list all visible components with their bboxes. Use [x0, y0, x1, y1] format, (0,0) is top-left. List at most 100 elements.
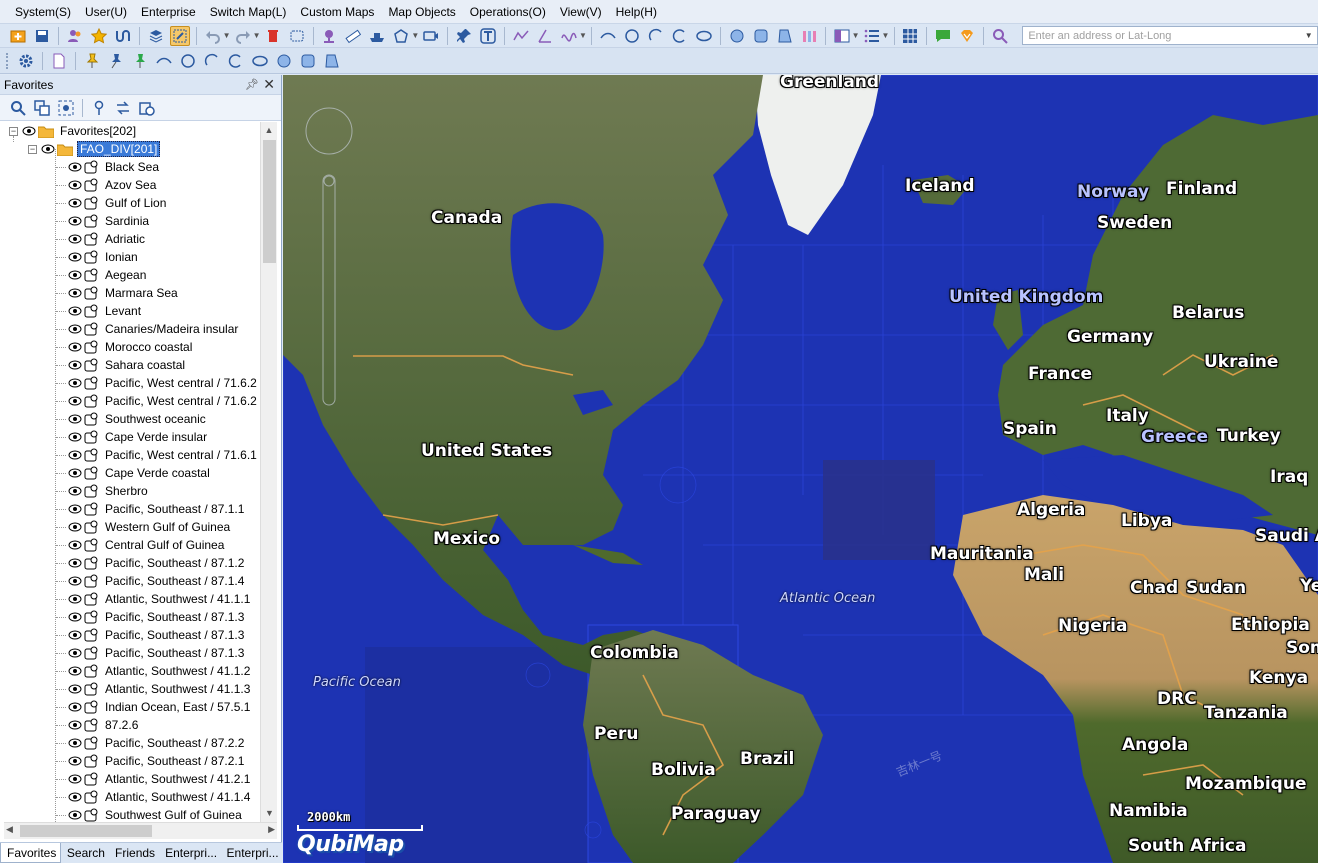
ruler-icon[interactable]: [343, 26, 363, 46]
chevron-down-icon[interactable]: ▼: [579, 31, 587, 40]
list-item[interactable]: Sardinia: [0, 212, 260, 230]
close-icon[interactable]: ✕: [263, 76, 275, 93]
scroll-up-icon[interactable]: ▲: [261, 122, 277, 139]
list-item[interactable]: Southwest Gulf of Guinea: [0, 806, 260, 822]
menu-operations[interactable]: Operations(O): [463, 0, 553, 24]
grid-icon[interactable]: [901, 26, 921, 46]
eye-icon[interactable]: [68, 593, 82, 605]
curve-icon[interactable]: [559, 26, 579, 46]
list-item[interactable]: Southwest oceanic: [0, 410, 260, 428]
eye-icon[interactable]: [68, 377, 82, 389]
eye-icon[interactable]: [68, 467, 82, 479]
eye-icon[interactable]: [68, 305, 82, 317]
pin-panel-icon[interactable]: 📌︎: [245, 78, 259, 91]
export-icon[interactable]: [137, 98, 157, 118]
rounded-rect-icon[interactable]: [751, 26, 771, 46]
search-icon[interactable]: [8, 98, 28, 118]
list-item[interactable]: Western Gulf of Guinea: [0, 518, 260, 536]
shape-icon[interactable]: [322, 51, 342, 71]
circle-fill-icon[interactable]: [274, 51, 294, 71]
address-input[interactable]: [1023, 27, 1304, 44]
list-item[interactable]: Sahara coastal: [0, 356, 260, 374]
delete-icon[interactable]: [263, 26, 283, 46]
list-item[interactable]: Atlantic, Southwest / 41.1.4: [0, 788, 260, 806]
eye-icon[interactable]: [68, 269, 82, 281]
toolbar-grip[interactable]: [6, 52, 10, 69]
eye-icon[interactable]: [41, 143, 55, 155]
list-item[interactable]: Marmara Sea: [0, 284, 260, 302]
scroll-right-icon[interactable]: ▶: [268, 824, 275, 835]
tab-favorites[interactable]: Favorites: [0, 843, 61, 863]
chevron-down-icon[interactable]: ▼: [411, 31, 419, 40]
chevron-down-icon[interactable]: ▼: [882, 31, 890, 40]
list-item[interactable]: Atlantic, Southwest / 41.1.3: [0, 680, 260, 698]
undo-icon[interactable]: [203, 26, 223, 46]
eye-icon[interactable]: [68, 485, 82, 497]
rounded-rect-icon[interactable]: [298, 51, 318, 71]
collapse-icon[interactable]: −: [28, 144, 37, 154]
pin-green-icon[interactable]: [130, 51, 150, 71]
list-item[interactable]: Levant: [0, 302, 260, 320]
list-item[interactable]: Cape Verde insular: [0, 428, 260, 446]
ship-icon[interactable]: [367, 26, 387, 46]
eye-icon[interactable]: [68, 233, 82, 245]
list-item[interactable]: Atlantic, Southwest / 41.2.1: [0, 770, 260, 788]
chevron-down-icon[interactable]: ▼: [223, 31, 231, 40]
eye-icon[interactable]: [68, 161, 82, 173]
eye-icon[interactable]: [68, 665, 82, 677]
list-item[interactable]: Atlantic, Southwest / 41.1.1: [0, 590, 260, 608]
list-item[interactable]: Adriatic: [0, 230, 260, 248]
search-icon[interactable]: [990, 26, 1010, 46]
list-item[interactable]: Pacific, West central / 71.6.2: [0, 392, 260, 410]
save-icon[interactable]: [32, 26, 52, 46]
eye-icon[interactable]: [68, 629, 82, 641]
tree-horizontal-scrollbar[interactable]: ◀ ▶: [4, 822, 277, 839]
eye-icon[interactable]: [68, 809, 82, 821]
arc-open-icon[interactable]: [202, 51, 222, 71]
eye-icon[interactable]: [68, 323, 82, 335]
tree-vertical-scrollbar[interactable]: ▲ ▼: [260, 122, 277, 822]
eye-icon[interactable]: [68, 431, 82, 443]
location-pin-icon[interactable]: [89, 98, 109, 118]
menu-system[interactable]: System(S): [8, 0, 78, 24]
circle-fill-icon[interactable]: [727, 26, 747, 46]
eye-icon[interactable]: [68, 737, 82, 749]
new-icon[interactable]: [8, 26, 28, 46]
list-item[interactable]: 87.2.6: [0, 716, 260, 734]
menu-map-objects[interactable]: Map Objects: [381, 0, 462, 24]
eye-icon[interactable]: [68, 197, 82, 209]
eye-icon[interactable]: [68, 557, 82, 569]
tab-enterprise-2[interactable]: Enterpri...: [221, 843, 282, 863]
eye-icon[interactable]: [68, 287, 82, 299]
list-item[interactable]: Canaries/Madeira insular: [0, 320, 260, 338]
chevron-down-icon[interactable]: ▼: [253, 31, 261, 40]
menu-view[interactable]: View(V): [553, 0, 609, 24]
eye-icon[interactable]: [68, 791, 82, 803]
menu-help[interactable]: Help(H): [609, 0, 664, 24]
list-item[interactable]: Pacific, Southeast / 87.2.2: [0, 734, 260, 752]
eye-icon[interactable]: [68, 179, 82, 191]
eye-icon[interactable]: [68, 575, 82, 587]
text-icon[interactable]: [478, 26, 498, 46]
ellipse-icon[interactable]: [694, 26, 714, 46]
arc-icon[interactable]: [154, 51, 174, 71]
list-item[interactable]: Pacific, Southeast / 87.1.4: [0, 572, 260, 590]
sync-icon[interactable]: [113, 98, 133, 118]
eye-icon[interactable]: [68, 701, 82, 713]
menu-custom-maps[interactable]: Custom Maps: [293, 0, 381, 24]
arc-open-icon[interactable]: [646, 26, 666, 46]
list-item[interactable]: Indian Ocean, East / 57.5.1: [0, 698, 260, 716]
crescent-icon[interactable]: [670, 26, 690, 46]
tab-friends[interactable]: Friends: [109, 843, 159, 863]
layout-icon[interactable]: [832, 26, 852, 46]
star-icon[interactable]: [89, 26, 109, 46]
chat-icon[interactable]: [933, 26, 953, 46]
list-item[interactable]: Cape Verde coastal: [0, 464, 260, 482]
list-item[interactable]: Ionian: [0, 248, 260, 266]
eye-icon[interactable]: [68, 395, 82, 407]
eye-icon[interactable]: [68, 503, 82, 515]
route-icon[interactable]: [113, 26, 133, 46]
tab-search[interactable]: Search: [61, 843, 109, 863]
eye-icon[interactable]: [68, 413, 82, 425]
map-view[interactable]: Greenland Canada Iceland Norway Finland Swede…: [283, 75, 1318, 863]
